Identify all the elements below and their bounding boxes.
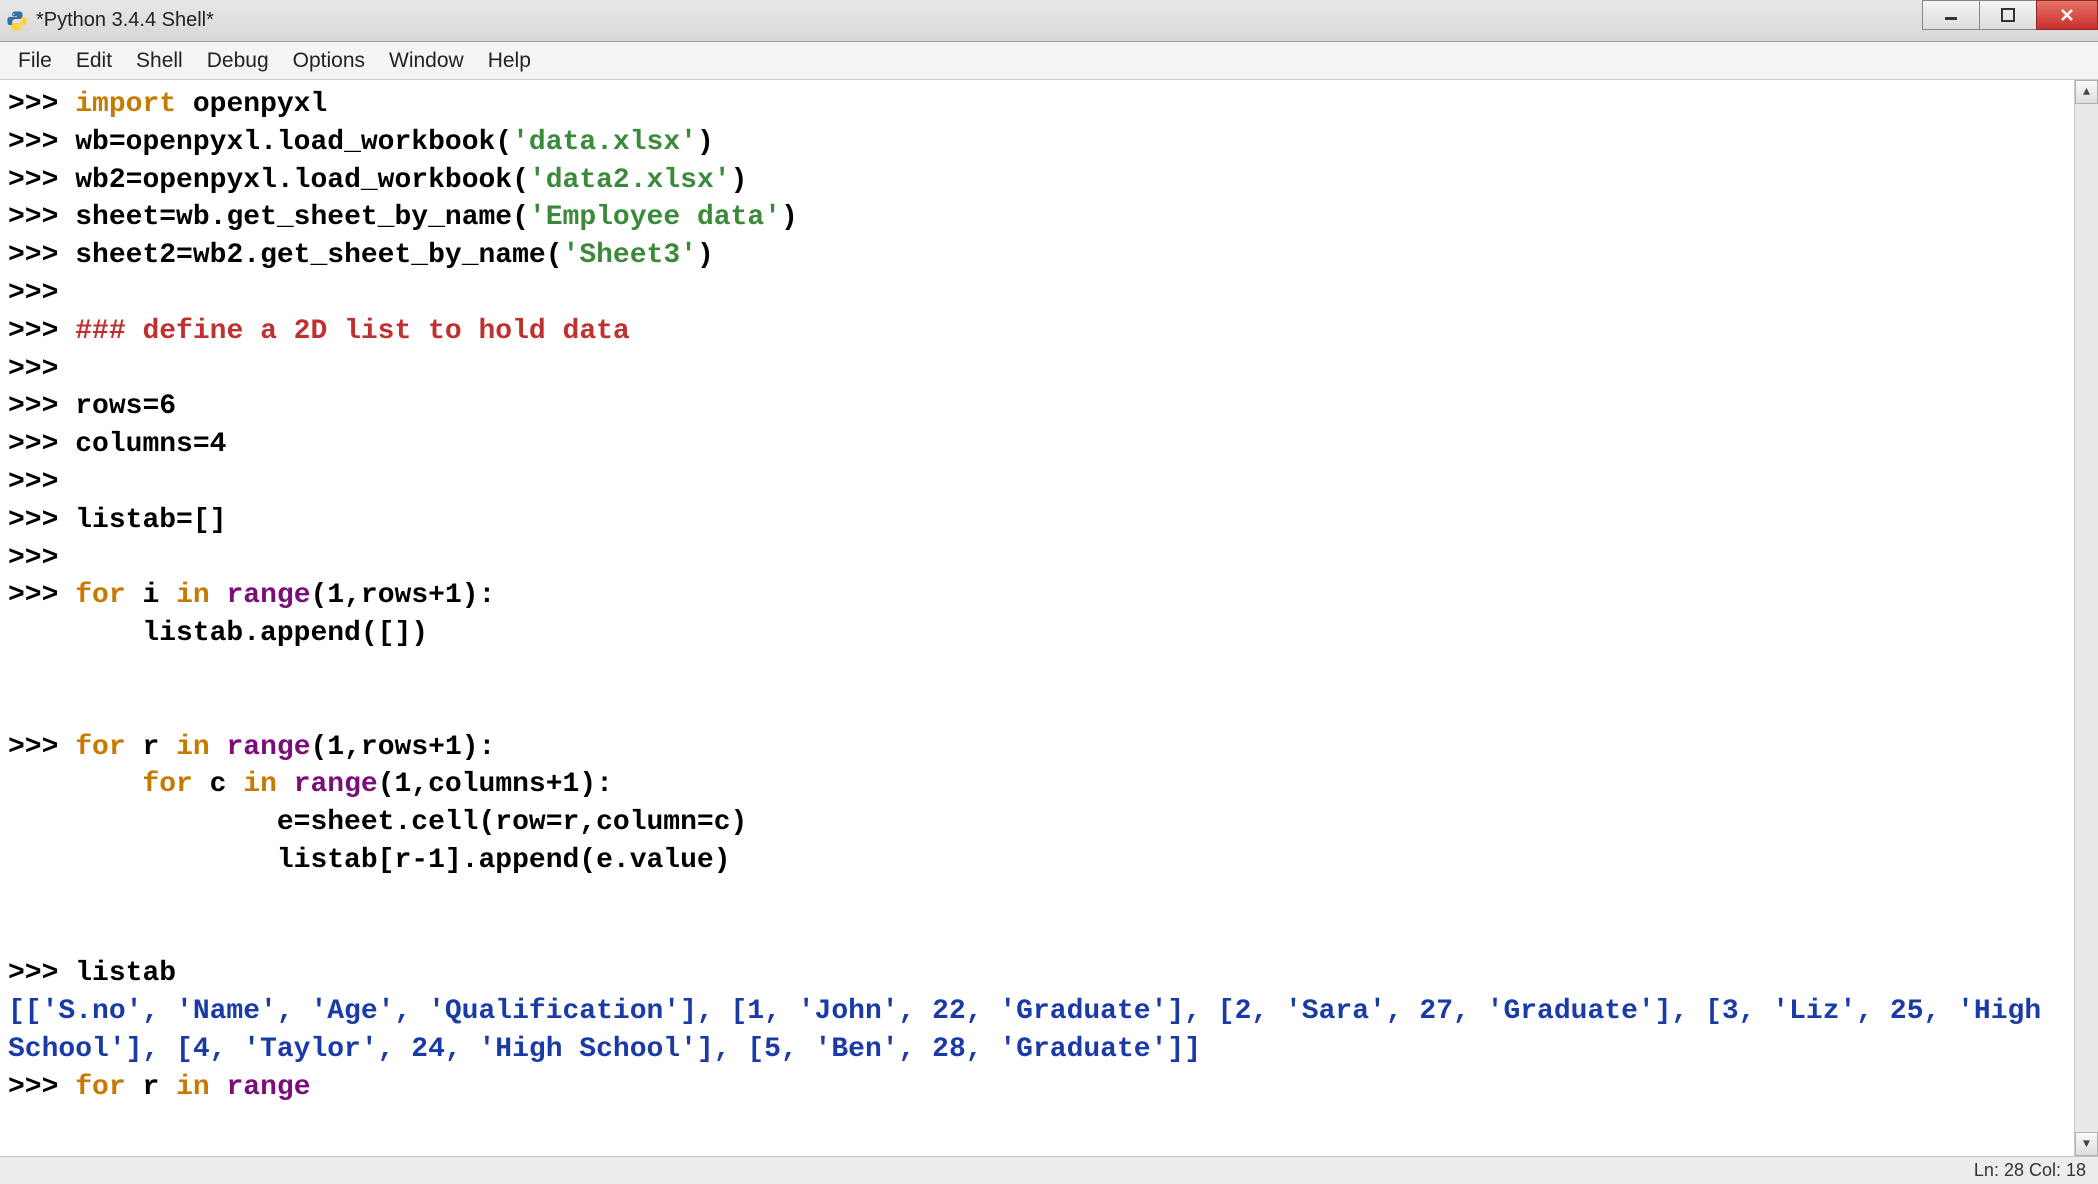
menu-options[interactable]: Options xyxy=(281,45,377,77)
menu-file[interactable]: File xyxy=(6,45,64,77)
vertical-scrollbar[interactable]: ▲ ▼ xyxy=(2074,80,2098,1156)
window-title: *Python 3.4.4 Shell* xyxy=(36,9,214,32)
menu-help[interactable]: Help xyxy=(476,45,543,77)
menu-bar: File Edit Shell Debug Options Window Hel… xyxy=(0,42,2098,80)
scroll-down-button[interactable]: ▼ xyxy=(2075,1132,2098,1156)
status-bar: Ln: 28 Col: 18 xyxy=(0,1156,2098,1184)
title-bar: *Python 3.4.4 Shell* xyxy=(0,0,2098,42)
menu-window[interactable]: Window xyxy=(377,45,476,77)
scroll-up-button[interactable]: ▲ xyxy=(2075,80,2098,104)
scroll-track[interactable] xyxy=(2075,104,2098,1132)
minimize-button[interactable] xyxy=(1922,0,1980,30)
shell-output: [['S.no', 'Name', 'Age', 'Qualification'… xyxy=(8,996,2058,1065)
close-button[interactable] xyxy=(2036,0,2098,30)
cursor-position: Ln: 28 Col: 18 xyxy=(1974,1160,2086,1181)
shell-text-area[interactable]: >>> import openpyxl >>> wb=openpyxl.load… xyxy=(0,80,2074,1156)
python-icon xyxy=(4,8,30,34)
window-buttons xyxy=(1923,0,2098,32)
maximize-button[interactable] xyxy=(1979,0,2037,30)
menu-debug[interactable]: Debug xyxy=(195,45,281,77)
menu-edit[interactable]: Edit xyxy=(64,45,124,77)
menu-shell[interactable]: Shell xyxy=(124,45,195,77)
